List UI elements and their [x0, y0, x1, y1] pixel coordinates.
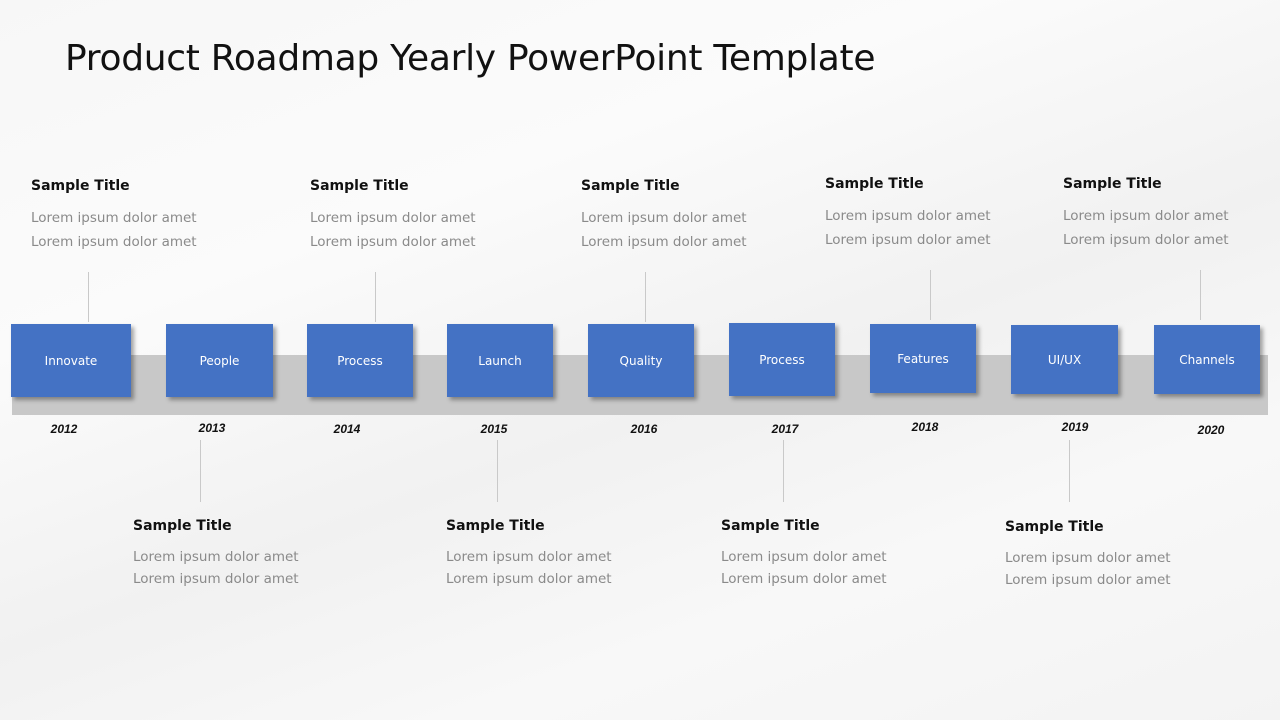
note-title: Sample Title	[825, 176, 924, 192]
connector-line	[645, 272, 646, 322]
note-line: Lorem ipsum dolor amet	[1005, 572, 1171, 588]
note-line: Lorem ipsum dolor amet	[133, 549, 299, 565]
milestone-box[interactable]: Process	[307, 324, 413, 397]
year-label: 2012	[50, 422, 78, 436]
note-top: Sample Title Lorem ipsum dolor amet Lore…	[31, 178, 197, 254]
note-top: Sample Title Lorem ipsum dolor amet Lore…	[310, 178, 476, 254]
note-line: Lorem ipsum dolor amet	[310, 210, 476, 226]
year-label: 2014	[333, 422, 361, 436]
note-line: Lorem ipsum dolor amet	[1005, 550, 1171, 566]
milestone-box[interactable]: UI/UX	[1011, 325, 1118, 394]
note-line: Lorem ipsum dolor amet	[1063, 208, 1229, 224]
note-line: Lorem ipsum dolor amet	[133, 571, 299, 587]
connector-line	[1069, 440, 1070, 502]
year-label: 2019	[1061, 420, 1089, 434]
note-title: Sample Title	[31, 178, 130, 194]
note-title: Sample Title	[133, 518, 232, 534]
note-bottom: Sample Title Lorem ipsum dolor amet Lore…	[721, 518, 887, 590]
milestone-box[interactable]: Features	[870, 324, 976, 393]
note-line: Lorem ipsum dolor amet	[721, 549, 887, 565]
year-label: 2018	[911, 420, 939, 434]
note-bottom: Sample Title Lorem ipsum dolor amet Lore…	[1005, 519, 1171, 591]
note-line: Lorem ipsum dolor amet	[825, 232, 991, 248]
note-line: Lorem ipsum dolor amet	[310, 234, 476, 250]
connector-line	[497, 440, 498, 502]
year-label: 2016	[630, 422, 658, 436]
year-label: 2020	[1197, 423, 1225, 437]
connector-line	[1200, 270, 1201, 320]
milestone-box[interactable]: Channels	[1154, 325, 1260, 394]
milestone-box[interactable]: Quality	[588, 324, 694, 397]
connector-line	[930, 270, 931, 320]
note-title: Sample Title	[1005, 519, 1104, 535]
connector-line	[88, 272, 89, 322]
milestone-box[interactable]: Launch	[447, 324, 553, 397]
milestone-box[interactable]: Innovate	[11, 324, 131, 397]
connector-line	[375, 272, 376, 322]
note-title: Sample Title	[1063, 176, 1162, 192]
note-line: Lorem ipsum dolor amet	[721, 571, 887, 587]
milestone-box[interactable]: Process	[729, 323, 835, 396]
note-line: Lorem ipsum dolor amet	[31, 210, 197, 226]
slide-title: Product Roadmap Yearly PowerPoint Templa…	[65, 38, 876, 79]
note-line: Lorem ipsum dolor amet	[446, 571, 612, 587]
note-line: Lorem ipsum dolor amet	[1063, 232, 1229, 248]
note-title: Sample Title	[446, 518, 545, 534]
note-line: Lorem ipsum dolor amet	[446, 549, 612, 565]
note-bottom: Sample Title Lorem ipsum dolor amet Lore…	[133, 518, 299, 590]
connector-line	[783, 440, 784, 502]
note-top: Sample Title Lorem ipsum dolor amet Lore…	[825, 176, 991, 252]
note-title: Sample Title	[581, 178, 680, 194]
note-top: Sample Title Lorem ipsum dolor amet Lore…	[1063, 176, 1229, 252]
note-title: Sample Title	[310, 178, 409, 194]
year-label: 2015	[480, 422, 508, 436]
note-line: Lorem ipsum dolor amet	[581, 234, 747, 250]
connector-line	[200, 440, 201, 502]
note-title: Sample Title	[721, 518, 820, 534]
year-label: 2017	[771, 422, 799, 436]
year-label: 2013	[198, 421, 226, 435]
milestone-box[interactable]: People	[166, 324, 273, 397]
note-line: Lorem ipsum dolor amet	[31, 234, 197, 250]
note-top: Sample Title Lorem ipsum dolor amet Lore…	[581, 178, 747, 254]
note-bottom: Sample Title Lorem ipsum dolor amet Lore…	[446, 518, 612, 590]
note-line: Lorem ipsum dolor amet	[581, 210, 747, 226]
note-line: Lorem ipsum dolor amet	[825, 208, 991, 224]
